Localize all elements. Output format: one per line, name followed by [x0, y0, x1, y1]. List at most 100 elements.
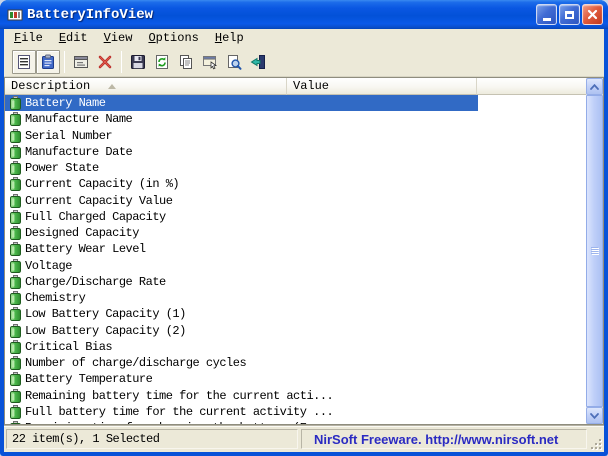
info-list-icon: [16, 54, 32, 70]
list-item[interactable]: Battery Name: [5, 95, 586, 111]
column-header-value[interactable]: Value: [287, 78, 477, 95]
menu-file[interactable]: File: [6, 30, 51, 46]
list-item[interactable]: Battery Wear Level: [5, 241, 586, 257]
battery-icon: [10, 340, 21, 354]
column-headers: Description Value: [5, 78, 586, 95]
battery-info-view-window: BatteryInfoView File Edit View Options H…: [0, 0, 608, 456]
column-header-description[interactable]: Description: [5, 78, 287, 95]
list-item[interactable]: Low Battery Capacity (2): [5, 323, 586, 339]
menu-edit[interactable]: Edit: [51, 30, 96, 46]
window-title: BatteryInfoView: [27, 7, 536, 23]
resize-grip[interactable]: [589, 437, 602, 450]
battery-icon: [10, 259, 21, 273]
column-header-label: Value: [293, 79, 329, 93]
list-item-label: Low Battery Capacity (1): [25, 307, 186, 321]
scroll-down-button[interactable]: [586, 407, 603, 424]
battery-icon: [10, 324, 21, 338]
list-item[interactable]: Current Capacity (in %): [5, 176, 586, 192]
minimize-button[interactable]: [536, 4, 557, 25]
menu-options[interactable]: Options: [140, 30, 206, 46]
list-item[interactable]: Number of charge/discharge cycles: [5, 355, 586, 371]
list-item-label: Low Battery Capacity (2): [25, 324, 186, 338]
find-button[interactable]: [222, 50, 246, 74]
list-item-label: Charge/Discharge Rate: [25, 275, 166, 289]
battery-icon: [10, 226, 21, 240]
list-item[interactable]: Critical Bias: [5, 339, 586, 355]
scrollbar-thumb[interactable]: [586, 95, 603, 407]
delete-button[interactable]: [93, 50, 117, 74]
title-bar[interactable]: BatteryInfoView: [0, 0, 608, 29]
list-item[interactable]: Remaining battery time for the current a…: [5, 388, 586, 404]
list-view: Description Value Battery Name: [4, 77, 604, 425]
column-header-label: Description: [11, 79, 90, 93]
save-report-button[interactable]: [126, 50, 150, 74]
menu-view[interactable]: View: [96, 30, 141, 46]
properties-button[interactable]: [198, 50, 222, 74]
list-item[interactable]: Current Capacity Value: [5, 193, 586, 209]
list-item[interactable]: Battery Temperature: [5, 371, 586, 387]
nirsoft-branding-link[interactable]: NirSoft Freeware. http://www.nirsoft.net: [314, 432, 558, 447]
refresh-button[interactable]: [150, 50, 174, 74]
maximize-icon: [565, 11, 574, 19]
battery-icon: [10, 421, 21, 424]
list-item-label: Manufacture Date: [25, 145, 132, 159]
advanced-options-button[interactable]: [69, 50, 93, 74]
list-item-label: Number of charge/discharge cycles: [25, 356, 246, 370]
battery-icon: [10, 194, 21, 208]
list-item-label: Critical Bias: [25, 340, 112, 354]
battery-icon: [10, 275, 21, 289]
list-item[interactable]: Designed Capacity: [5, 225, 586, 241]
battery-icon: [10, 356, 21, 370]
list-item[interactable]: Chemistry: [5, 290, 586, 306]
battery-icon: [10, 291, 21, 305]
list-item[interactable]: Power State: [5, 160, 586, 176]
clipboard-log-icon: [40, 54, 56, 70]
list-item-label: Battery Temperature: [25, 372, 152, 386]
battery-icon: [10, 177, 21, 191]
battery-icon: [10, 112, 21, 126]
battery-log-view-button[interactable]: [36, 50, 60, 74]
floppy-save-icon: [130, 54, 146, 70]
list-item[interactable]: Full Charged Capacity: [5, 209, 586, 225]
scroll-up-button[interactable]: [586, 78, 603, 95]
battery-icon: [10, 372, 21, 386]
minimize-icon: [543, 18, 551, 21]
copy-selected-button[interactable]: [174, 50, 198, 74]
list-item-label: Full battery time for the current activi…: [25, 405, 333, 419]
battery-icon: [10, 96, 21, 110]
battery-icon: [10, 389, 21, 403]
list-item[interactable]: Manufacture Date: [5, 144, 586, 160]
list-item-label: Remaining time for charging the battery …: [25, 421, 333, 424]
close-button[interactable]: [582, 4, 603, 25]
list-item-label: Current Capacity Value: [25, 194, 172, 208]
exit-button[interactable]: [246, 50, 270, 74]
list-item[interactable]: Charge/Discharge Rate: [5, 274, 586, 290]
list-item-label: Manufacture Name: [25, 112, 132, 126]
list-item[interactable]: Serial Number: [5, 128, 586, 144]
battery-info-view-button[interactable]: [12, 50, 36, 74]
list-item-label: Voltage: [25, 259, 72, 273]
status-panel-items: 22 item(s), 1 Selected: [6, 429, 298, 449]
close-icon: [587, 9, 598, 20]
status-panel-branding: NirSoft Freeware. http://www.nirsoft.net: [301, 429, 587, 449]
app-battery-icon: [7, 7, 23, 23]
chevron-down-icon: [590, 413, 599, 419]
status-bar: 22 item(s), 1 Selected NirSoft Freeware.…: [4, 425, 604, 452]
vertical-scrollbar[interactable]: [586, 78, 603, 424]
battery-icon: [10, 161, 21, 175]
exit-door-icon: [250, 54, 266, 70]
list-item[interactable]: Voltage: [5, 258, 586, 274]
list-item-label: Serial Number: [25, 129, 112, 143]
list-item[interactable]: Remaining time for charging the battery …: [5, 420, 586, 424]
copy-icon: [178, 54, 194, 70]
list-item-label: Battery Wear Level: [25, 242, 146, 256]
list-item[interactable]: Manufacture Name: [5, 111, 586, 127]
refresh-icon: [154, 54, 170, 70]
list-item-label: Designed Capacity: [25, 226, 139, 240]
menu-help[interactable]: Help: [207, 30, 252, 46]
list-item[interactable]: Low Battery Capacity (1): [5, 306, 586, 322]
find-icon: [226, 54, 242, 70]
maximize-button[interactable]: [559, 4, 580, 25]
list-item-label: Power State: [25, 161, 99, 175]
list-item[interactable]: Full battery time for the current activi…: [5, 404, 586, 420]
